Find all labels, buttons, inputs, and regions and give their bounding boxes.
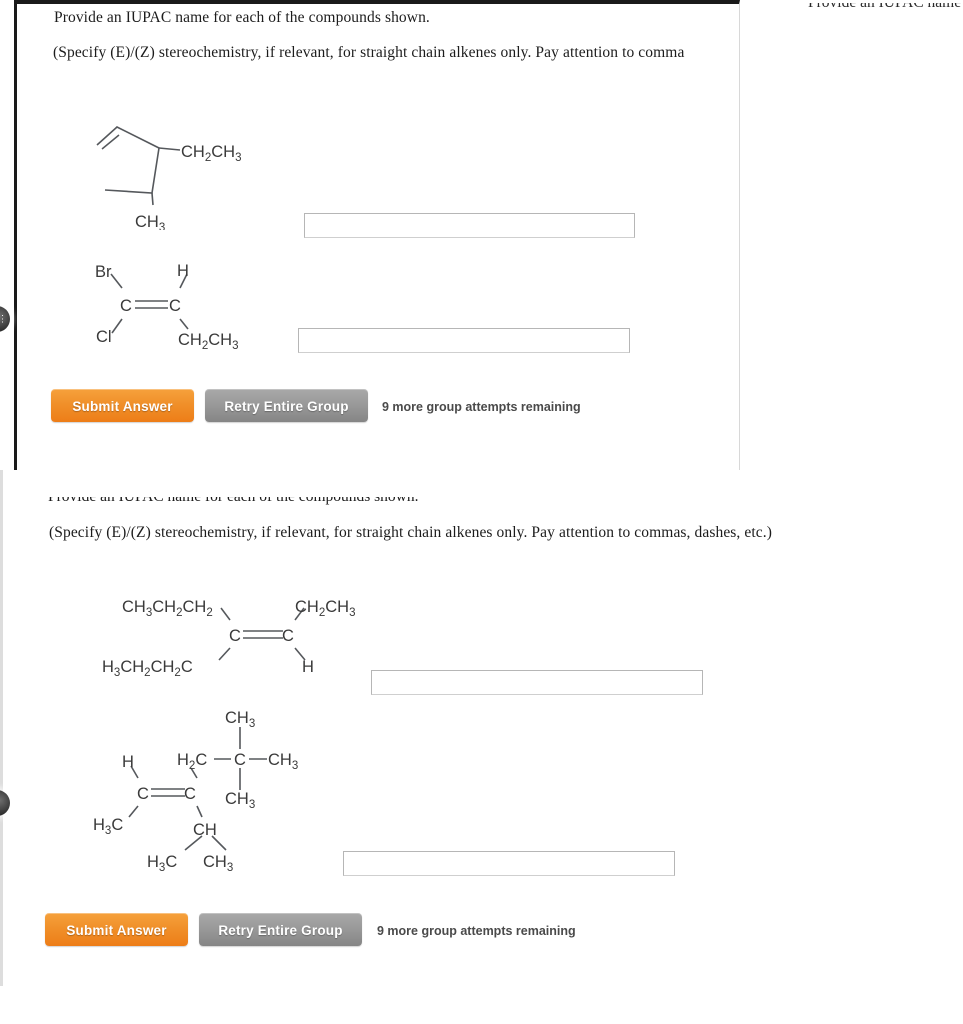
compound-4-structure: H H3C C C H2C C CH3 CH3 CH3 CH H3C CH3 — [85, 705, 335, 875]
compound-3-upper-left-label: CH3CH2CH2 — [122, 598, 213, 619]
group-1-attempts-remaining: 9 more group attempts remaining — [382, 400, 581, 414]
compound-1-ethyl-label: CH — [181, 143, 205, 161]
compound-2-h-label: H — [177, 262, 189, 280]
group-1-heading: Provide an IUPAC name for each of the co… — [54, 9, 430, 26]
group-1-instruction: (Specify (E)/(Z) stereochemistry, if rel… — [53, 44, 685, 61]
compound-4-methyl-top-label: CH3 — [225, 709, 255, 730]
compound-1-answer-input[interactable] — [304, 213, 635, 238]
compound-4-quaternary-carbon: C — [234, 751, 246, 769]
compound-4-h-top-label: H — [122, 753, 134, 771]
nav-handle-upper-icon[interactable]: ⋮ — [0, 306, 10, 332]
compound-4-carbon-right: C — [184, 785, 196, 803]
compound-3-carbon-right: C — [282, 627, 294, 645]
compound-4-methyl-left-label: H3C — [93, 816, 123, 837]
group-1-submit-answer-button[interactable]: Submit Answer — [51, 389, 194, 422]
compound-3-h-label: H — [302, 658, 314, 676]
compound-2-carbon-right: C — [169, 297, 181, 315]
compound-4-isopropyl-left-label: H3C — [147, 853, 177, 874]
compound-1-structure: CH2CH3 CH3 — [80, 105, 350, 234]
compound-2-carbon-left: C — [120, 297, 132, 315]
group-2-retry-entire-group-button[interactable]: Retry Entire Group — [199, 913, 362, 946]
group-2-instruction: (Specify (E)/(Z) stereochemistry, if rel… — [49, 524, 772, 541]
compound-2-answer-input[interactable] — [298, 328, 630, 353]
compound-2-cl-label: Cl — [96, 328, 112, 346]
group-1-retry-entire-group-button[interactable]: Retry Entire Group — [205, 389, 368, 422]
clipped-right-heading: Provide an IUPAC name f — [808, 0, 963, 11]
compound-4-ch-label: CH — [193, 821, 217, 839]
compound-4-methyl-bottom-label: CH3 — [225, 790, 255, 811]
compound-3-upper-right-label: CH2CH3 — [295, 598, 356, 619]
compound-4-isopropyl-right-label: CH3 — [203, 853, 233, 874]
compound-4-carbon-left: C — [137, 785, 149, 803]
compound-2-br-label: Br — [95, 263, 112, 281]
group-2-attempts-remaining: 9 more group attempts remaining — [377, 924, 576, 938]
compound-3-carbon-left: C — [229, 627, 241, 645]
group-2-submit-answer-button[interactable]: Submit Answer — [45, 913, 188, 946]
compound-3-lower-left-label: H3CH2CH2C — [102, 658, 193, 679]
nav-handle-upper-glyph: ⋮ — [0, 313, 7, 324]
compound-4-ch2-label: H2C — [177, 751, 207, 772]
page-root: Provide an IUPAC name f Provide an IUPAC… — [0, 0, 963, 1024]
compound-3-answer-input[interactable] — [371, 670, 703, 695]
compound-4-answer-input[interactable] — [343, 851, 675, 876]
compound-3-structure: CH3CH2CH2 CH2CH3 H3CH2CH2C H C C — [90, 590, 360, 690]
compound-4-methyl-right-label: CH3 — [268, 751, 298, 772]
compound-1-methyl-label: CH — [135, 213, 159, 230]
svg-text:CH3: CH3 — [135, 213, 165, 230]
svg-text:CH2CH3: CH2CH3 — [181, 143, 242, 164]
compound-2-structure: Br Cl H C C CH2CH3 — [95, 255, 325, 355]
compound-2-ethyl-label: CH2CH3 — [178, 331, 239, 352]
